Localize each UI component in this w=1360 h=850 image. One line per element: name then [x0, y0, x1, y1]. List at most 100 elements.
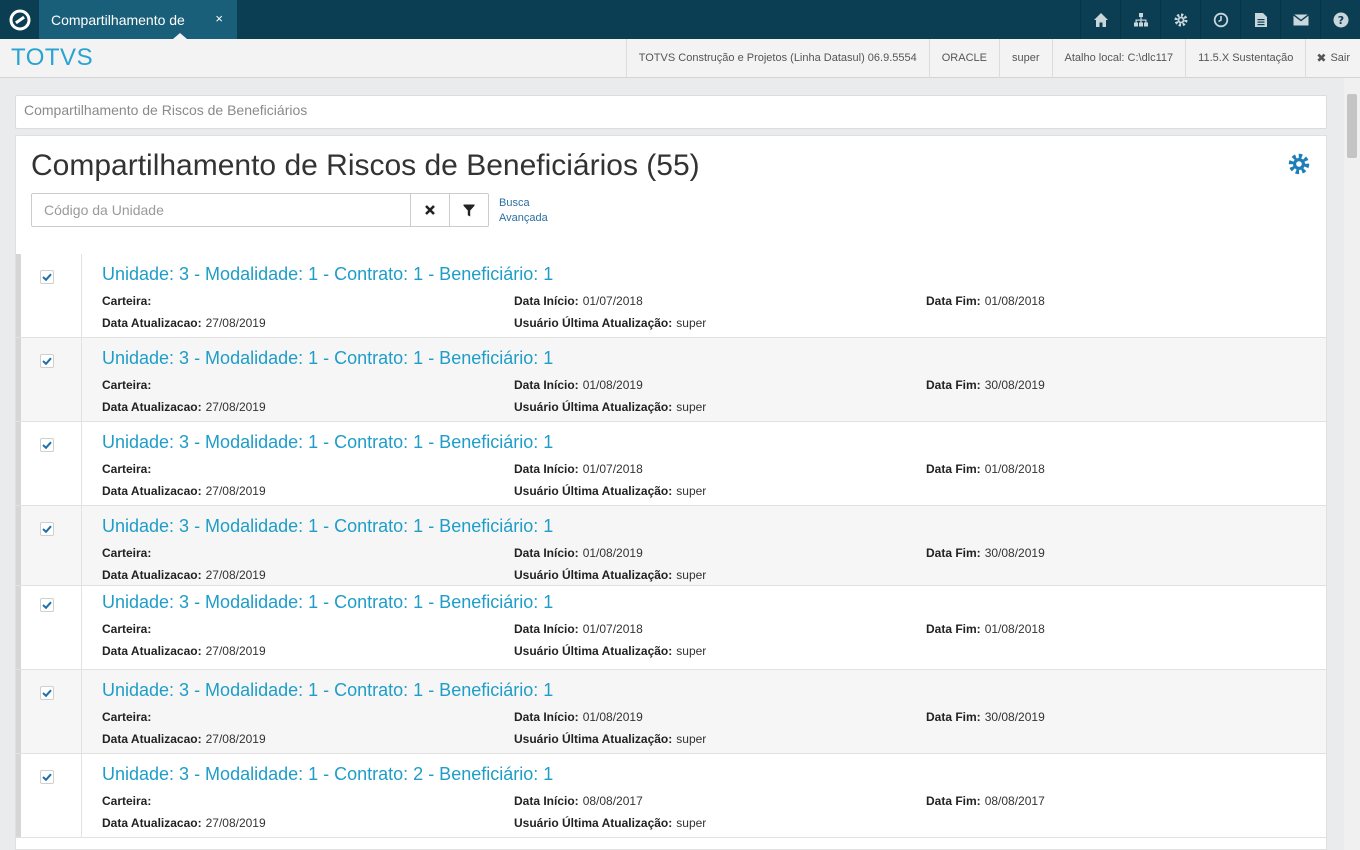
document-icon[interactable]	[1240, 0, 1280, 39]
field-data-inicio: Data Início: 01/08/2019	[514, 546, 643, 560]
field-label: Data Fim:	[926, 622, 981, 636]
field-label: Data Fim:	[926, 462, 981, 476]
field-label: Carteira:	[102, 462, 152, 476]
advanced-search-link[interactable]: Busca Avançada	[499, 196, 548, 226]
field-value: 30/08/2019	[984, 710, 1045, 724]
settings-gear-icon[interactable]	[1287, 152, 1311, 181]
field-label: Carteira:	[102, 794, 152, 808]
field-carteira: Carteira:	[102, 546, 155, 560]
field-value: 01/08/2018	[984, 622, 1045, 636]
field-value: 27/08/2019	[205, 568, 266, 582]
shortcut-info: Atalho local: C:\dlc117	[1051, 38, 1186, 78]
row-stripe	[16, 422, 21, 505]
field-label: Carteira:	[102, 710, 152, 724]
field-carteira: Carteira:	[102, 710, 155, 724]
brand-logo[interactable]: TOTVS	[11, 44, 93, 72]
clear-search-button[interactable]	[411, 193, 450, 227]
field-label: Carteira:	[102, 294, 152, 308]
field-data-atualizacao: Data Atualizacao: 27/08/2019	[102, 644, 266, 658]
field-data-inicio: Data Início: 01/07/2018	[514, 462, 643, 476]
list-item[interactable]: Unidade: 3 - Modalidade: 1 - Contrato: 1…	[16, 586, 1326, 670]
record-title-link[interactable]: Unidade: 3 - Modalidade: 1 - Contrato: 1…	[102, 516, 553, 537]
field-value: 27/08/2019	[205, 732, 266, 746]
field-value: 08/08/2017	[582, 794, 643, 808]
scrollbar[interactable]	[1344, 78, 1360, 850]
field-value: 27/08/2019	[205, 816, 266, 830]
field-label: Data Início:	[514, 710, 579, 724]
checkmark-icon	[42, 525, 52, 533]
totvs-logo-icon[interactable]	[0, 0, 39, 39]
field-carteira: Carteira:	[102, 378, 155, 392]
row-checkbox[interactable]	[40, 270, 54, 284]
home-icon[interactable]	[1080, 0, 1120, 39]
field-label: Usuário Última Atualização:	[514, 484, 673, 498]
row-divider	[81, 506, 82, 585]
record-title-link[interactable]: Unidade: 3 - Modalidade: 1 - Contrato: 1…	[102, 264, 553, 285]
svg-text:?: ?	[1337, 14, 1343, 27]
field-label: Data Início:	[514, 546, 579, 560]
search-bar	[31, 193, 489, 227]
field-label: Data Início:	[514, 378, 579, 392]
record-title-link[interactable]: Unidade: 3 - Modalidade: 1 - Contrato: 1…	[102, 680, 553, 701]
list-item[interactable]: Unidade: 3 - Modalidade: 1 - Contrato: 1…	[16, 422, 1326, 506]
row-divider	[81, 586, 82, 669]
list-item[interactable]: Unidade: 3 - Modalidade: 1 - Contrato: 1…	[16, 670, 1326, 754]
field-data-fim: Data Fim: 01/08/2018	[926, 462, 1045, 476]
list-item[interactable]: Unidade: 3 - Modalidade: 1 - Contrato: 1…	[16, 506, 1326, 586]
exit-label: Sair	[1330, 52, 1350, 64]
list-item[interactable]: Unidade: 3 - Modalidade: 1 - Contrato: 2…	[16, 754, 1326, 838]
record-title-link[interactable]: Unidade: 3 - Modalidade: 1 - Contrato: 1…	[102, 432, 553, 453]
field-carteira: Carteira:	[102, 622, 155, 636]
checkmark-icon	[42, 601, 52, 609]
list-item[interactable]: Unidade: 3 - Modalidade: 1 - Contrato: 1…	[16, 254, 1326, 338]
row-checkbox[interactable]	[40, 770, 54, 784]
record-title-link[interactable]: Unidade: 3 - Modalidade: 1 - Contrato: 2…	[102, 764, 553, 785]
clock-icon[interactable]	[1200, 0, 1240, 39]
record-title-link[interactable]: Unidade: 3 - Modalidade: 1 - Contrato: 1…	[102, 592, 553, 613]
scrollbar-thumb[interactable]	[1347, 94, 1357, 158]
gear-icon[interactable]	[1160, 0, 1200, 39]
row-checkbox[interactable]	[40, 686, 54, 700]
field-value: 08/08/2017	[984, 794, 1045, 808]
tab-close-icon[interactable]: ×	[215, 11, 223, 26]
row-checkbox[interactable]	[40, 598, 54, 612]
field-label: Data Atualizacao:	[102, 644, 202, 658]
sitemap-icon[interactable]	[1120, 0, 1160, 39]
breadcrumb[interactable]: Compartilhamento de Riscos de Beneficiár…	[15, 95, 1327, 129]
list-item[interactable]: Unidade: 3 - Modalidade: 1 - Contrato: 1…	[16, 338, 1326, 422]
search-input[interactable]	[31, 193, 411, 227]
field-carteira: Carteira:	[102, 794, 155, 808]
field-value: 01/08/2018	[984, 462, 1045, 476]
field-usuario: Usuário Última Atualização: super	[514, 644, 706, 658]
field-value: 01/08/2018	[984, 294, 1045, 308]
field-label: Usuário Última Atualização:	[514, 732, 673, 746]
field-value: 27/08/2019	[205, 400, 266, 414]
field-data-inicio: Data Início: 01/07/2018	[514, 622, 643, 636]
field-value: 30/08/2019	[984, 378, 1045, 392]
mail-icon[interactable]	[1280, 0, 1320, 39]
field-label: Data Fim:	[926, 294, 981, 308]
field-value: 27/08/2019	[205, 484, 266, 498]
help-icon[interactable]: ?	[1320, 0, 1360, 39]
field-label: Data Atualizacao:	[102, 484, 202, 498]
field-label: Carteira:	[102, 378, 152, 392]
row-checkbox[interactable]	[40, 354, 54, 368]
row-checkbox[interactable]	[40, 522, 54, 536]
filter-button[interactable]	[450, 193, 489, 227]
tab-compartilhamento[interactable]: Compartilhamento de ×	[39, 0, 237, 39]
field-value: super	[676, 484, 707, 498]
field-label: Usuário Última Atualização:	[514, 568, 673, 582]
row-checkbox[interactable]	[40, 438, 54, 452]
field-usuario: Usuário Última Atualização: super	[514, 568, 706, 582]
record-title-link[interactable]: Unidade: 3 - Modalidade: 1 - Contrato: 1…	[102, 348, 553, 369]
field-data-inicio: Data Início: 01/08/2019	[514, 378, 643, 392]
exit-button[interactable]: ✖ Sair	[1305, 38, 1360, 78]
field-label: Usuário Última Atualização:	[514, 400, 673, 414]
close-icon	[425, 205, 435, 215]
field-value: 27/08/2019	[205, 644, 266, 658]
field-usuario: Usuário Última Atualização: super	[514, 732, 706, 746]
field-label: Data Início:	[514, 462, 579, 476]
row-stripe	[16, 754, 21, 837]
checkmark-icon	[42, 773, 52, 781]
field-label: Data Atualizacao:	[102, 316, 202, 330]
